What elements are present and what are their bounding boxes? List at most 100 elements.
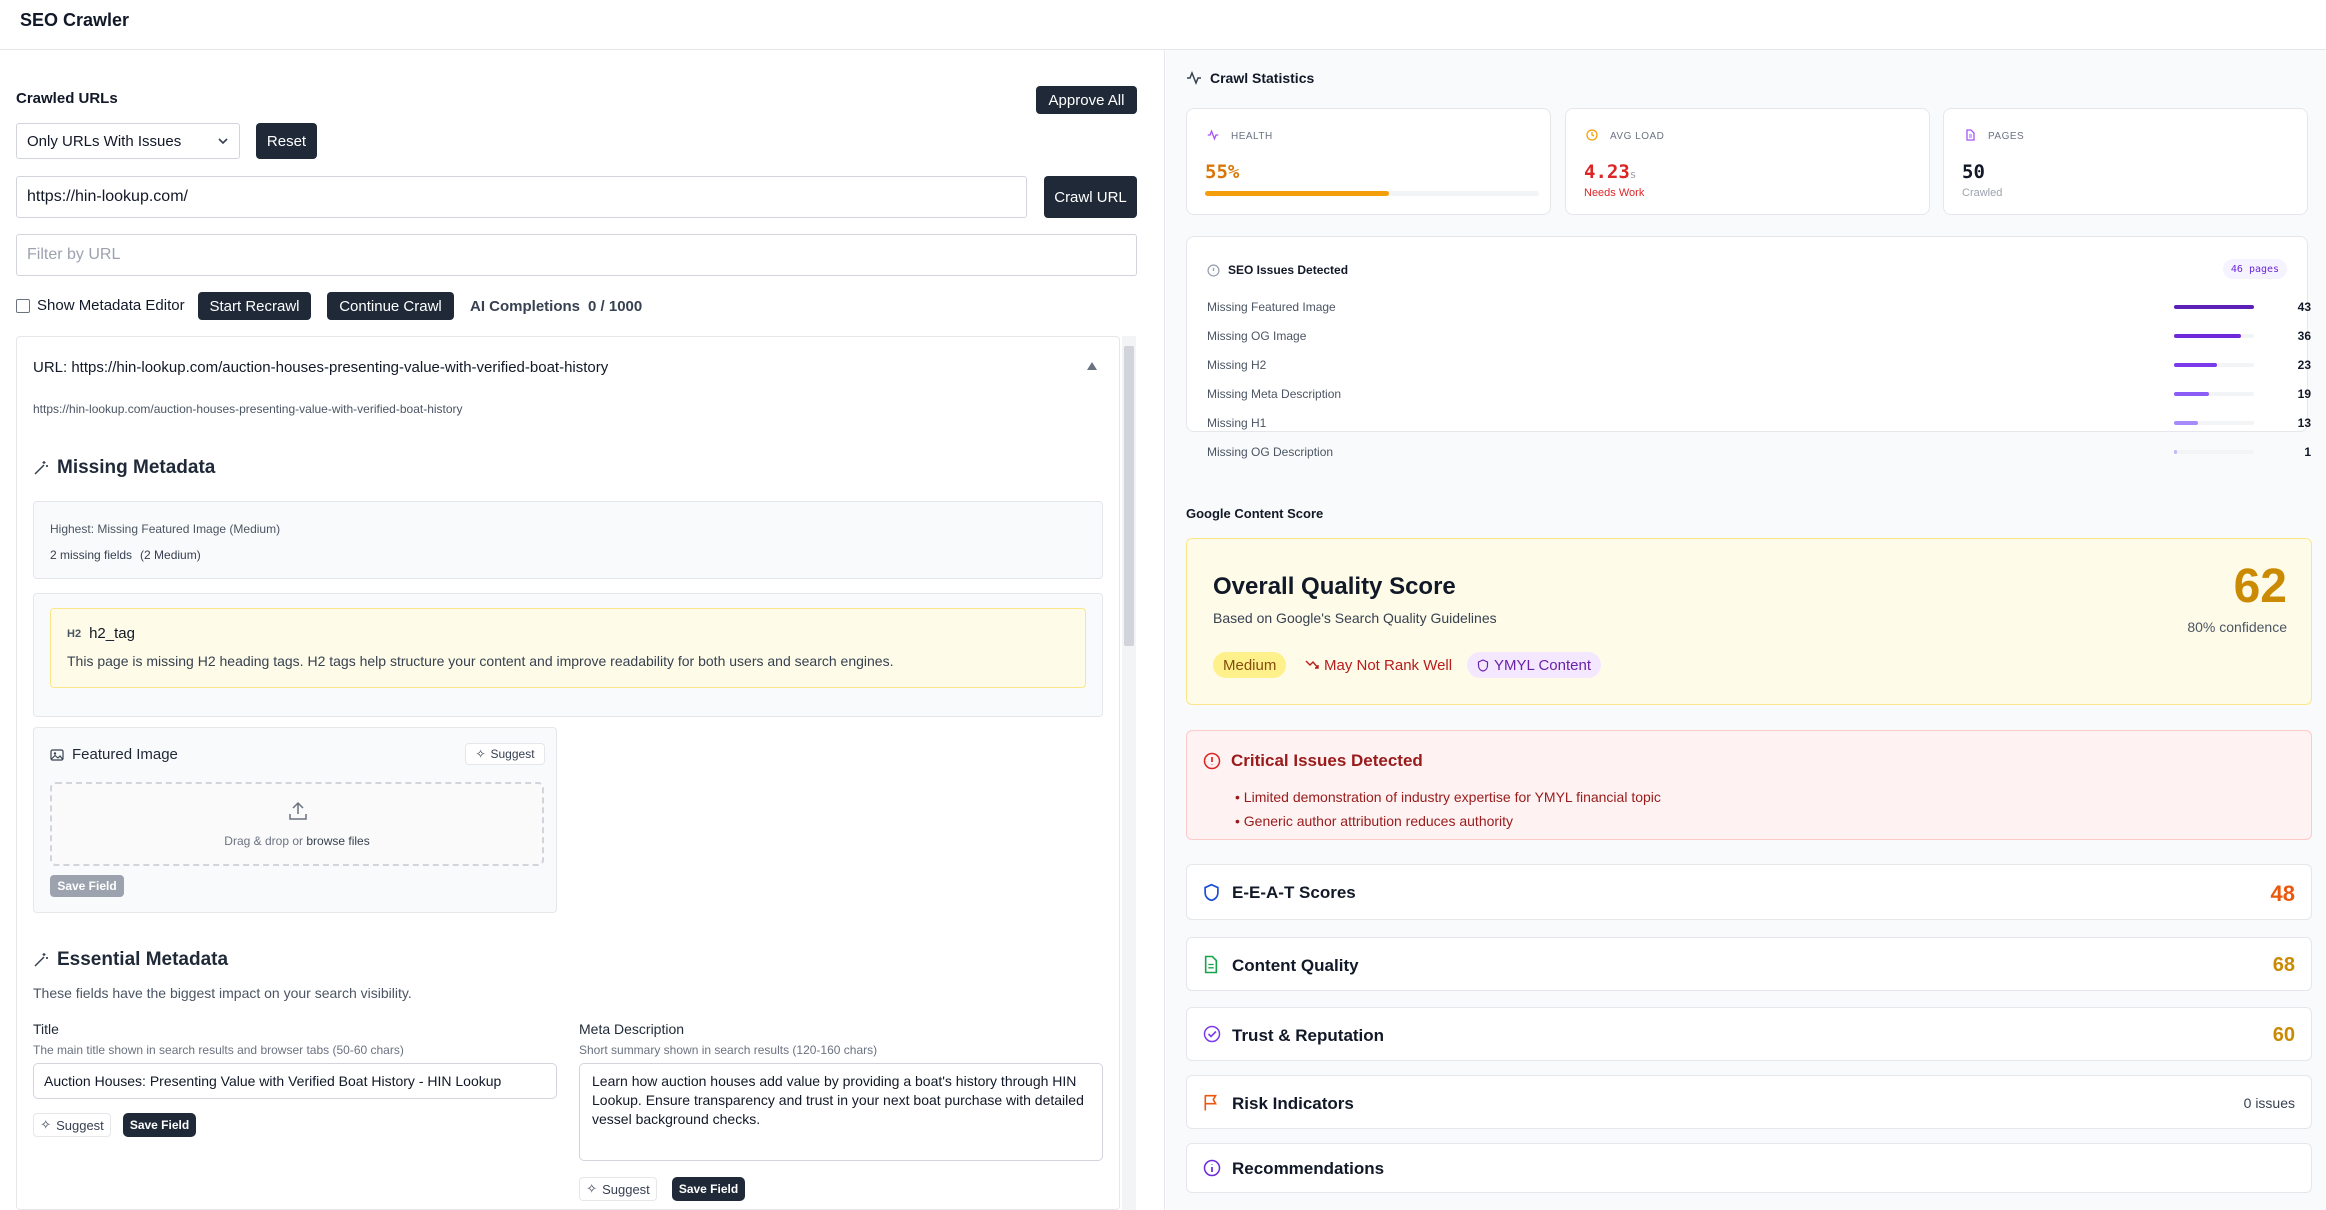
risk-title: Risk Indicators [1232,1094,1354,1113]
activity-icon [1186,71,1202,85]
info-circle-icon [1203,1159,1221,1177]
shield-icon [1203,883,1220,902]
dropzone-text: Drag & drop or browse files [52,834,542,848]
seo-issues-header: SEO Issues Detected [1207,263,1348,277]
wand-icon [33,952,49,968]
flag-icon [1203,1093,1219,1112]
sparkle-icon: ✧ [586,1181,598,1196]
metadata-editor-toggle[interactable]: Show Metadata Editor [16,297,185,314]
essential-metadata-subtitle: These fields have the biggest impact on … [33,985,412,1001]
google-content-score-title: Google Content Score [1186,506,1324,521]
title-field-label: Title [33,1021,59,1037]
seo-issue-row: Missing H2 23 [1207,355,2311,375]
featured-image-suggest-button[interactable]: ✧ Suggest [465,743,545,765]
document-icon [1203,955,1219,974]
meta-description-textarea[interactable]: Learn how auction houses add value by pr… [579,1063,1103,1161]
ymyl-tag-label: YMYL Content [1494,656,1591,674]
medium-count-text: (2 Medium) [140,548,201,562]
filter-url-input[interactable]: Filter by URL [16,234,1137,276]
title-save-button[interactable]: Save Field [123,1113,196,1137]
meta-field-label: Meta Description [579,1021,685,1037]
seo-issue-count: 23 [2297,358,2311,372]
highest-issue: Highest: Missing Featured Image (Medium) [50,522,281,536]
trust-title: Trust & Reputation [1232,1026,1385,1045]
critical-issue-item: • Limited demonstration of industry expe… [1235,789,1661,805]
seo-issue-bar-track [2174,450,2254,454]
top-bar: SEO Crawler [0,0,2326,50]
seo-issue-row: Missing OG Image 36 [1207,326,2311,346]
crawl-url-button[interactable]: Crawl URL [1044,176,1137,218]
seo-issue-count: 43 [2297,300,2311,314]
url-input[interactable]: https://hin-lookup.com/ [16,176,1027,218]
seo-issue-name: Missing H1 [1207,416,1267,430]
essential-metadata-heading: Essential Metadata [33,949,228,971]
trust-score: 60 [2272,1024,2295,1046]
essential-metadata-title: Essential Metadata [57,949,229,970]
url-detail-card: URL: https://hin-lookup.com/auction-hous… [16,336,1120,1210]
medium-tag: Medium [1213,652,1287,678]
eeat-title: E-E-A-T Scores [1232,883,1356,902]
eeat-section[interactable]: E-E-A-T Scores 48 [1186,864,2312,920]
seo-issue-count: 36 [2297,329,2311,343]
url-card-header: URL: https://hin-lookup.com/auction-hous… [33,359,609,376]
issue-filter-select[interactable]: Only URLs With Issues [16,123,240,159]
seo-issue-count: 19 [2297,387,2311,401]
health-card: HEALTH 55% [1186,108,1551,215]
drag-drop-text: Drag & drop or [224,834,303,848]
seo-issue-bar-fill [2174,363,2217,367]
pages-value: 50 [1962,161,1985,183]
missing-metadata-title: Missing Metadata [57,457,216,478]
risk-issue-count: 0 issues [2243,1095,2295,1111]
info-circle-icon [1207,263,1220,277]
title-suggest-button[interactable]: ✧ Suggest [33,1113,111,1137]
seo-issue-bar-track [2174,421,2254,425]
trust-section[interactable]: Trust & Reputation 60 [1186,1007,2312,1061]
continue-crawl-button[interactable]: Continue Crawl [327,292,454,320]
image-dropzone[interactable]: Drag & drop or browse files [50,782,544,866]
title-input[interactable]: Auction Houses: Presenting Value with Ve… [33,1063,557,1099]
ymyl-tag: YMYL Content [1467,652,1601,678]
health-value: 55% [1205,161,1240,183]
collapse-icon[interactable] [1085,359,1099,373]
featured-image-box: Featured Image ✧ Suggest Drag & drop or b… [33,727,557,913]
quality-score-subtitle: Based on Google's Search Quality Guideli… [1213,610,1497,626]
title-field-hint: The main title shown in search results a… [33,1043,404,1057]
suggest-label: Suggest [56,1117,104,1133]
approve-all-button[interactable]: Approve All [1036,86,1137,114]
seo-issue-bar-fill [2174,392,2209,396]
seo-issue-bar-track [2174,305,2254,309]
featured-image-save-button[interactable]: Save Field [50,875,124,897]
seo-issue-row: Missing OG Description 1 [1207,442,2311,462]
missing-fields-count: 2 missing fields (2 Medium) [50,548,201,562]
critical-issue-item: • Generic author attribution reduces aut… [1235,813,1514,829]
right-panel: Crawl Statistics HEALTH 55% AVG LOAD 4.2… [1166,50,2326,1210]
metadata-editor-checkbox[interactable] [16,298,30,313]
avg-load-value: 4.23 [1584,161,1630,183]
seo-issue-row: Missing H1 13 [1207,413,2311,433]
risk-section[interactable]: Risk Indicators 0 issues [1186,1075,2312,1129]
recommendations-section[interactable]: Recommendations [1186,1143,2312,1193]
trending-down-icon [1305,659,1319,671]
seo-issue-row: Missing Featured Image 43 [1207,297,2311,317]
scrollbar-track[interactable] [1122,336,1136,1210]
missing-summary-box: Highest: Missing Featured Image (Medium)… [33,501,1103,579]
start-recrawl-button[interactable]: Start Recrawl [198,292,311,320]
avg-load-card: AVG LOAD 4.23s Needs Work [1565,108,1930,215]
seo-issue-name: Missing Featured Image [1207,300,1336,314]
meta-save-button[interactable]: Save Field [672,1177,745,1201]
check-circle-icon [1203,1025,1221,1043]
quality-confidence: 80% confidence [2187,619,2287,635]
content-quality-section[interactable]: Content Quality 68 [1186,937,2312,991]
avg-load-unit: s [1629,168,1637,181]
scrollbar-thumb[interactable] [1124,346,1134,646]
reset-button[interactable]: Reset [256,123,317,159]
seo-issue-bar-fill [2174,421,2198,425]
browse-files-link[interactable]: browse files [306,834,369,848]
rank-tag: May Not Rank Well [1295,652,1462,678]
avg-load-label: AVG LOAD [1610,131,1665,142]
alert-circle-icon [1203,752,1221,770]
meta-suggest-button[interactable]: ✧ Suggest [579,1177,657,1201]
document-icon [1964,129,1976,141]
health-label: HEALTH [1231,131,1273,142]
content-quality-title: Content Quality [1232,956,1359,975]
